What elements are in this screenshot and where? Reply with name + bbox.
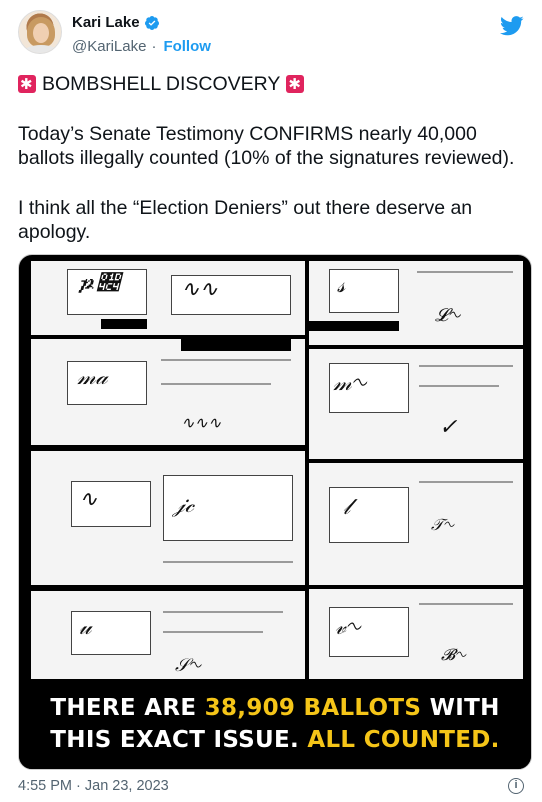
- twitter-bird-icon[interactable]: [500, 16, 524, 36]
- police-siren-icon: [18, 73, 36, 97]
- separator-dot: ·: [151, 38, 157, 55]
- tweet-headline: BOMBSHELL DISCOVERY: [42, 73, 281, 95]
- tweet-headline-row: BOMBSHELL DISCOVERY: [18, 72, 528, 97]
- caption-line: THERE ARE 38,909 BALLOTS WITH: [50, 695, 500, 721]
- verified-badge-icon: [144, 15, 159, 30]
- ballot-scan-image: 𝓈 𝓛∿: [309, 261, 523, 345]
- police-siren-icon: [286, 73, 305, 97]
- tweet-timestamp[interactable]: 4:55 PM · Jan 23, 2023: [18, 778, 169, 794]
- caption-highlight: 38,909 BALLOTS: [204, 695, 422, 721]
- author-name-row[interactable]: Kari Lake: [72, 14, 160, 31]
- author-handle[interactable]: @KariLake: [72, 38, 146, 55]
- info-icon[interactable]: i: [508, 778, 524, 794]
- ballot-scan-image: 𝓂∿ ✓: [309, 349, 523, 459]
- caption-line: THIS EXACT ISSUE. ALL COUNTED.: [50, 727, 500, 753]
- tweet-media-image[interactable]: 𝓅𝓄 ∿∿ 𝓂𝒶 ∿∿∿ ∿ 𝒿𝒸 𝓊 𝒮∿ 𝓈 𝓛∿ 𝓂∿: [18, 254, 532, 770]
- ballot-scan-image: 𝓁 𝒯∿: [309, 463, 523, 585]
- avatar[interactable]: [18, 10, 62, 54]
- caption-highlight: ALL COUNTED.: [307, 727, 500, 753]
- ballot-scan-image: ∿ 𝒿𝒸: [31, 451, 305, 585]
- tweet-header: Kari Lake @KariLake · Follow: [18, 10, 524, 60]
- follow-button[interactable]: Follow: [163, 38, 211, 55]
- tweet-paragraph: I think all the “Election Deniers” out t…: [18, 197, 473, 243]
- author-name[interactable]: Kari Lake: [72, 14, 140, 31]
- media-caption-overlay: THERE ARE 38,909 BALLOTS WITH THIS EXACT…: [19, 679, 531, 769]
- author-handle-row: @KariLake · Follow: [72, 38, 211, 55]
- ballot-scan-image: 𝓂𝒶 ∿∿∿: [31, 339, 305, 445]
- tweet-footer: 4:55 PM · Jan 23, 2023 i: [18, 778, 524, 794]
- ballot-scan-image: 𝓅𝓄 ∿∿: [31, 261, 305, 335]
- tweet-paragraph: Today’s Senate Testimony CONFIRMS nearly…: [18, 123, 515, 169]
